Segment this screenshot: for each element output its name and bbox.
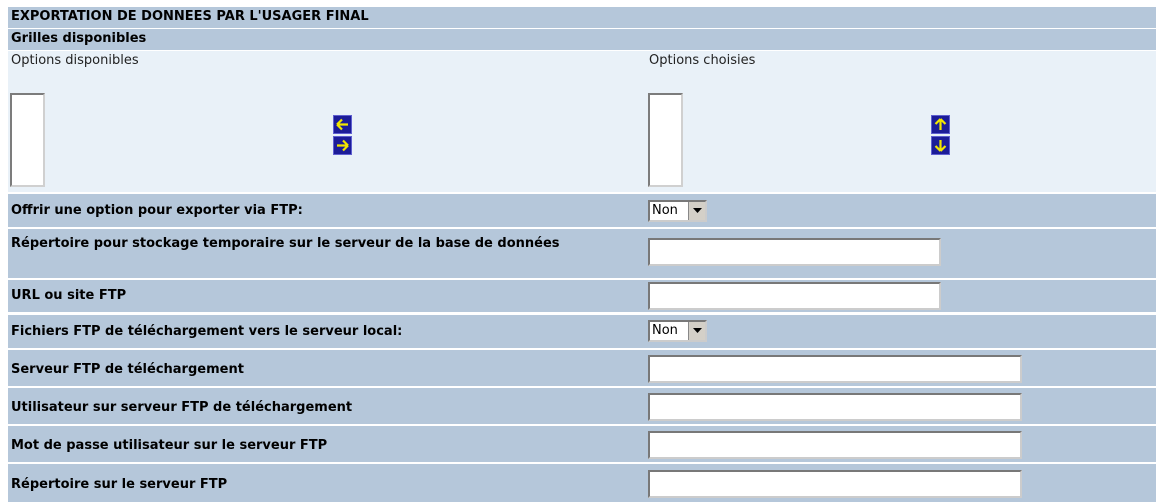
options-labels-row: Options disponibles Options choisies	[8, 51, 1156, 72]
arrow-left-icon	[336, 118, 348, 131]
ftp-dir-input[interactable]	[648, 470, 1022, 498]
arrow-down-icon	[934, 140, 947, 152]
export-settings-form: EXPORTATION DE DONNEES PAR L'USAGER FINA…	[8, 7, 1156, 502]
chosen-options-list[interactable]	[648, 93, 683, 187]
ftp-dir-row: Répertoire sur le serveur FTP	[8, 464, 1156, 502]
options-lists-row	[8, 72, 1156, 192]
move-up-button[interactable]	[931, 115, 950, 134]
ftp-user-row: Utilisateur sur serveur FTP de télécharg…	[8, 388, 1156, 424]
ftp-export-row: Offrir une option pour exporter via FTP:…	[8, 194, 1156, 227]
ftp-server-input[interactable]	[648, 355, 1022, 383]
ftp-export-select[interactable]: Non	[648, 200, 707, 222]
temp-dir-row: Répertoire pour stockage temporaire sur …	[8, 229, 1156, 278]
ftp-url-input[interactable]	[648, 282, 941, 310]
available-options-list[interactable]	[10, 93, 45, 187]
move-left-button[interactable]	[333, 115, 352, 134]
chosen-options-label: Options choisies	[649, 53, 756, 68]
page-title: EXPORTATION DE DONNEES PAR L'USAGER FINA…	[8, 7, 1156, 28]
ftp-upload-label: Fichiers FTP de téléchargement vers le s…	[11, 324, 403, 339]
arrow-up-icon	[934, 118, 947, 130]
section-header: Grilles disponibles	[8, 29, 1156, 50]
move-down-button[interactable]	[931, 136, 950, 155]
ftp-url-row: URL ou site FTP	[8, 280, 1156, 312]
ftp-export-label: Offrir une option pour exporter via FTP:	[11, 203, 303, 218]
temp-dir-input[interactable]	[648, 238, 941, 266]
ftp-server-label: Serveur FTP de téléchargement	[11, 362, 244, 377]
ftp-server-row: Serveur FTP de téléchargement	[8, 350, 1156, 386]
ftp-user-input[interactable]	[648, 393, 1022, 421]
available-options-label: Options disponibles	[11, 53, 139, 68]
chevron-down-icon	[688, 322, 705, 340]
ftp-url-label: URL ou site FTP	[11, 288, 127, 303]
ftp-password-row: Mot de passe utilisateur sur le serveur …	[8, 426, 1156, 462]
ftp-dir-label: Répertoire sur le serveur FTP	[11, 477, 228, 492]
ftp-password-label: Mot de passe utilisateur sur le serveur …	[11, 438, 328, 453]
ftp-upload-select[interactable]: Non	[648, 320, 707, 342]
temp-dir-label: Répertoire pour stockage temporaire sur …	[11, 236, 560, 251]
arrow-right-icon	[337, 139, 349, 152]
move-right-button[interactable]	[333, 136, 352, 155]
chevron-down-icon	[688, 202, 705, 220]
ftp-user-label: Utilisateur sur serveur FTP de télécharg…	[11, 400, 353, 415]
ftp-password-input[interactable]	[648, 431, 1022, 459]
ftp-upload-row: Fichiers FTP de téléchargement vers le s…	[8, 315, 1156, 348]
